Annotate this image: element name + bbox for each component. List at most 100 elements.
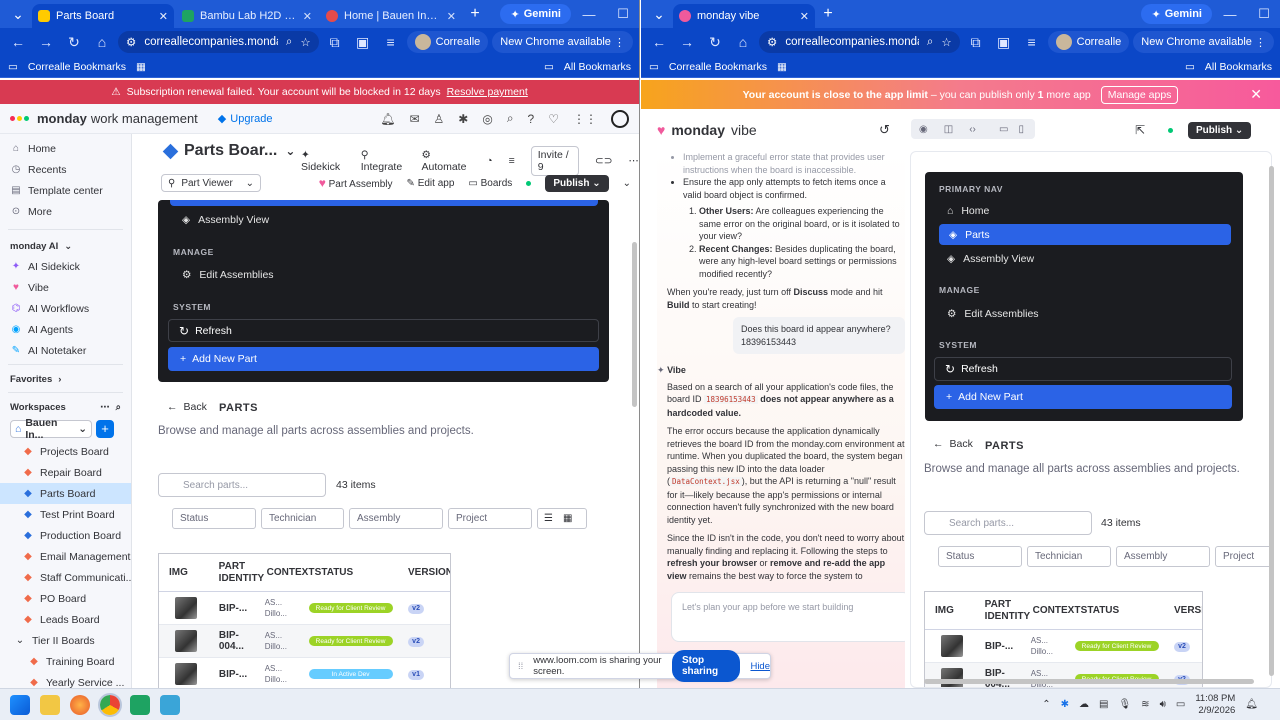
- open-external-icon[interactable]: ⇱: [1135, 123, 1145, 137]
- apps-icon[interactable]: ✱: [458, 112, 468, 126]
- sidebar-board-item[interactable]: ◆ Training Board: [0, 651, 131, 672]
- view-selector[interactable]: ⚲ Part Viewer ⌄: [161, 174, 261, 192]
- status-badge[interactable]: Ready for Client Review: [308, 636, 393, 646]
- mobile-icon[interactable]: ▯: [1018, 124, 1024, 135]
- data-icon[interactable]: ◫: [944, 124, 953, 135]
- sidebar-board-item[interactable]: ◆ Staff Communicati...: [0, 567, 131, 588]
- column-header[interactable]: IMG: [925, 605, 975, 617]
- tab-search-icon[interactable]: ⌄: [647, 6, 671, 23]
- grid-view-icon[interactable]: ▦: [563, 513, 572, 524]
- workspace-selector[interactable]: ⌂ Bauen In... ⌄: [10, 417, 92, 441]
- manage-apps-button[interactable]: Manage apps: [1100, 85, 1179, 104]
- table-row[interactable]: BIP-004...AS...Dillo...Ready for Client …: [925, 663, 1202, 687]
- chat-composer[interactable]: Let's plan your app before we start buil…: [671, 592, 905, 642]
- column-header[interactable]: PART IDENTITY: [975, 599, 1031, 623]
- column-header[interactable]: CONTEXT: [257, 567, 315, 579]
- gemini-button[interactable]: ✦ Gemini: [1141, 4, 1212, 24]
- board-title[interactable]: Parts Boar...: [184, 142, 277, 160]
- vibe-logo[interactable]: ♥ monday vibe: [657, 122, 757, 138]
- bell-icon[interactable]: 🔔︎: [380, 112, 395, 126]
- battery-icon[interactable]: ▭: [1176, 699, 1185, 710]
- new-tab-icon[interactable]: +: [817, 5, 839, 23]
- network-icon[interactable]: ▤: [1099, 699, 1108, 710]
- ai-icon[interactable]: ◎: [482, 112, 492, 126]
- zoom-search-icon[interactable]: ⌕: [927, 36, 933, 49]
- refresh-button[interactable]: ↻ Refresh: [934, 357, 1232, 381]
- cloud-icon[interactable]: ☁: [1079, 699, 1089, 710]
- column-header[interactable]: VERSION: [398, 567, 450, 579]
- home-icon[interactable]: ⌂: [90, 34, 114, 50]
- product-switcher-icon[interactable]: ⋮⋮: [573, 112, 597, 126]
- sidebar-board-item[interactable]: ◆ PO Board: [0, 588, 131, 609]
- table-row[interactable]: BIP-004...AS...Dillo...Ready for Client …: [159, 625, 450, 658]
- code-icon[interactable]: ‹›: [969, 124, 976, 135]
- copy-link-icon[interactable]: ⊂⊃: [595, 155, 613, 167]
- part-thumbnail[interactable]: [941, 668, 963, 687]
- table-row[interactable]: BIP-... AS... Dillo... Ready for Client Rev…: [159, 592, 450, 625]
- add-new-part-button[interactable]: + Add New Part: [168, 347, 599, 371]
- scrollbar[interactable]: [1269, 166, 1274, 676]
- address-bar[interactable]: ⚙ correallecompanies.monday.com/vibe/ap.…: [759, 31, 960, 53]
- drag-handle-icon[interactable]: ⁞⁞: [518, 661, 523, 672]
- nav-item-parts[interactable]: [170, 200, 598, 206]
- sidebar-item-vibe[interactable]: ♥ Vibe: [0, 277, 131, 298]
- nav-item-parts[interactable]: ◈ Parts: [939, 224, 1231, 245]
- new-chrome-button[interactable]: New Chrome available ⋮: [492, 31, 633, 53]
- sidebar-item-ai-workflows[interactable]: ⌬ AI Workflows: [0, 298, 131, 319]
- all-bookmarks[interactable]: All Bookmarks: [564, 61, 631, 73]
- filter-assembly[interactable]: Assembly: [349, 508, 443, 529]
- close-tab-icon[interactable]: ✕: [303, 10, 312, 23]
- microphone-icon[interactable]: 🎙︎: [1118, 699, 1131, 710]
- maximize-icon[interactable]: ☐: [1248, 6, 1280, 22]
- back-button[interactable]: ← Back: [933, 438, 973, 450]
- list-view-icon[interactable]: ☰: [544, 513, 553, 524]
- file-explorer-icon[interactable]: [40, 694, 60, 715]
- wifi-icon[interactable]: ≋: [1141, 699, 1149, 710]
- tab-parts-board[interactable]: Parts Board ✕: [32, 4, 174, 28]
- back-button[interactable]: ← Back: [167, 401, 207, 413]
- updates-icon[interactable]: ◔: [486, 155, 492, 167]
- windows-start-icon[interactable]: [10, 694, 30, 715]
- extensions-icon[interactable]: ⧉: [964, 34, 988, 51]
- tab-bambu[interactable]: Bambu Lab H2D Pro | Bam ✕: [176, 4, 318, 28]
- part-thumbnail[interactable]: [175, 630, 197, 652]
- tab-bauen-home[interactable]: Home | Bauen Innovation ✕: [320, 4, 462, 28]
- sidebar-board-item[interactable]: ◆ Leads Board: [0, 609, 131, 630]
- minimize-icon[interactable]: —: [573, 7, 605, 22]
- gemini-button[interactable]: ✦ Gemini: [500, 4, 571, 24]
- search-icon[interactable]: ⌕: [507, 111, 514, 126]
- sidebar-board-item[interactable]: ◆ Email Management: [0, 546, 131, 567]
- back-arrow-icon[interactable]: ←: [6, 34, 30, 50]
- part-id[interactable]: BIP-004...: [209, 630, 257, 652]
- sidebar-board-item[interactable]: ◆ Test Print Board: [0, 504, 131, 525]
- bookmark-star-icon[interactable]: ☆: [300, 35, 310, 49]
- reload-icon[interactable]: ↻: [62, 34, 86, 51]
- bookmark-star-icon[interactable]: ☆: [941, 35, 951, 49]
- reload-icon[interactable]: ↻: [703, 34, 727, 51]
- add-item-button[interactable]: +: [96, 420, 114, 438]
- column-header[interactable]: PART IDENTITY: [209, 561, 265, 585]
- profile-button[interactable]: Correalle: [1047, 31, 1130, 53]
- extensions-icon[interactable]: ⧉: [323, 34, 347, 51]
- resolve-payment-link[interactable]: Resolve payment: [447, 86, 528, 98]
- nav-item-assembly-view[interactable]: ◈ Assembly View: [947, 253, 1034, 265]
- back-arrow-icon[interactable]: ←: [647, 34, 671, 50]
- sidebar-item-ai-notetaker[interactable]: ✎ AI Notetaker: [0, 340, 131, 361]
- close-tab-icon[interactable]: ✕: [159, 10, 168, 23]
- part-id[interactable]: BIP-...: [209, 603, 257, 614]
- search-input[interactable]: Search parts...: [158, 473, 326, 497]
- part-thumbnail[interactable]: [175, 597, 197, 619]
- sidebar-board-item[interactable]: ◆ Projects Board: [0, 441, 131, 462]
- sidebar-board-item[interactable]: ⌄ Tier II Boards: [0, 630, 131, 651]
- address-bar[interactable]: ⚙ correallecompanies.monday.com/boards..…: [118, 31, 319, 53]
- all-bookmarks[interactable]: All Bookmarks: [1205, 61, 1272, 73]
- notes-app-icon[interactable]: [160, 694, 180, 715]
- preview-eye-icon[interactable]: ◉: [919, 124, 928, 135]
- apps-grid-icon[interactable]: ▦: [136, 61, 146, 73]
- maximize-icon[interactable]: ☐: [607, 6, 639, 22]
- invite-button[interactable]: Invite / 9: [530, 146, 579, 176]
- nav-item-assembly-view[interactable]: ◈ Assembly View: [182, 214, 269, 226]
- part-id[interactable]: BIP-004...: [975, 668, 1023, 687]
- chevron-down-icon[interactable]: ⌄: [285, 144, 295, 158]
- filter-technician[interactable]: Technician: [1027, 546, 1111, 567]
